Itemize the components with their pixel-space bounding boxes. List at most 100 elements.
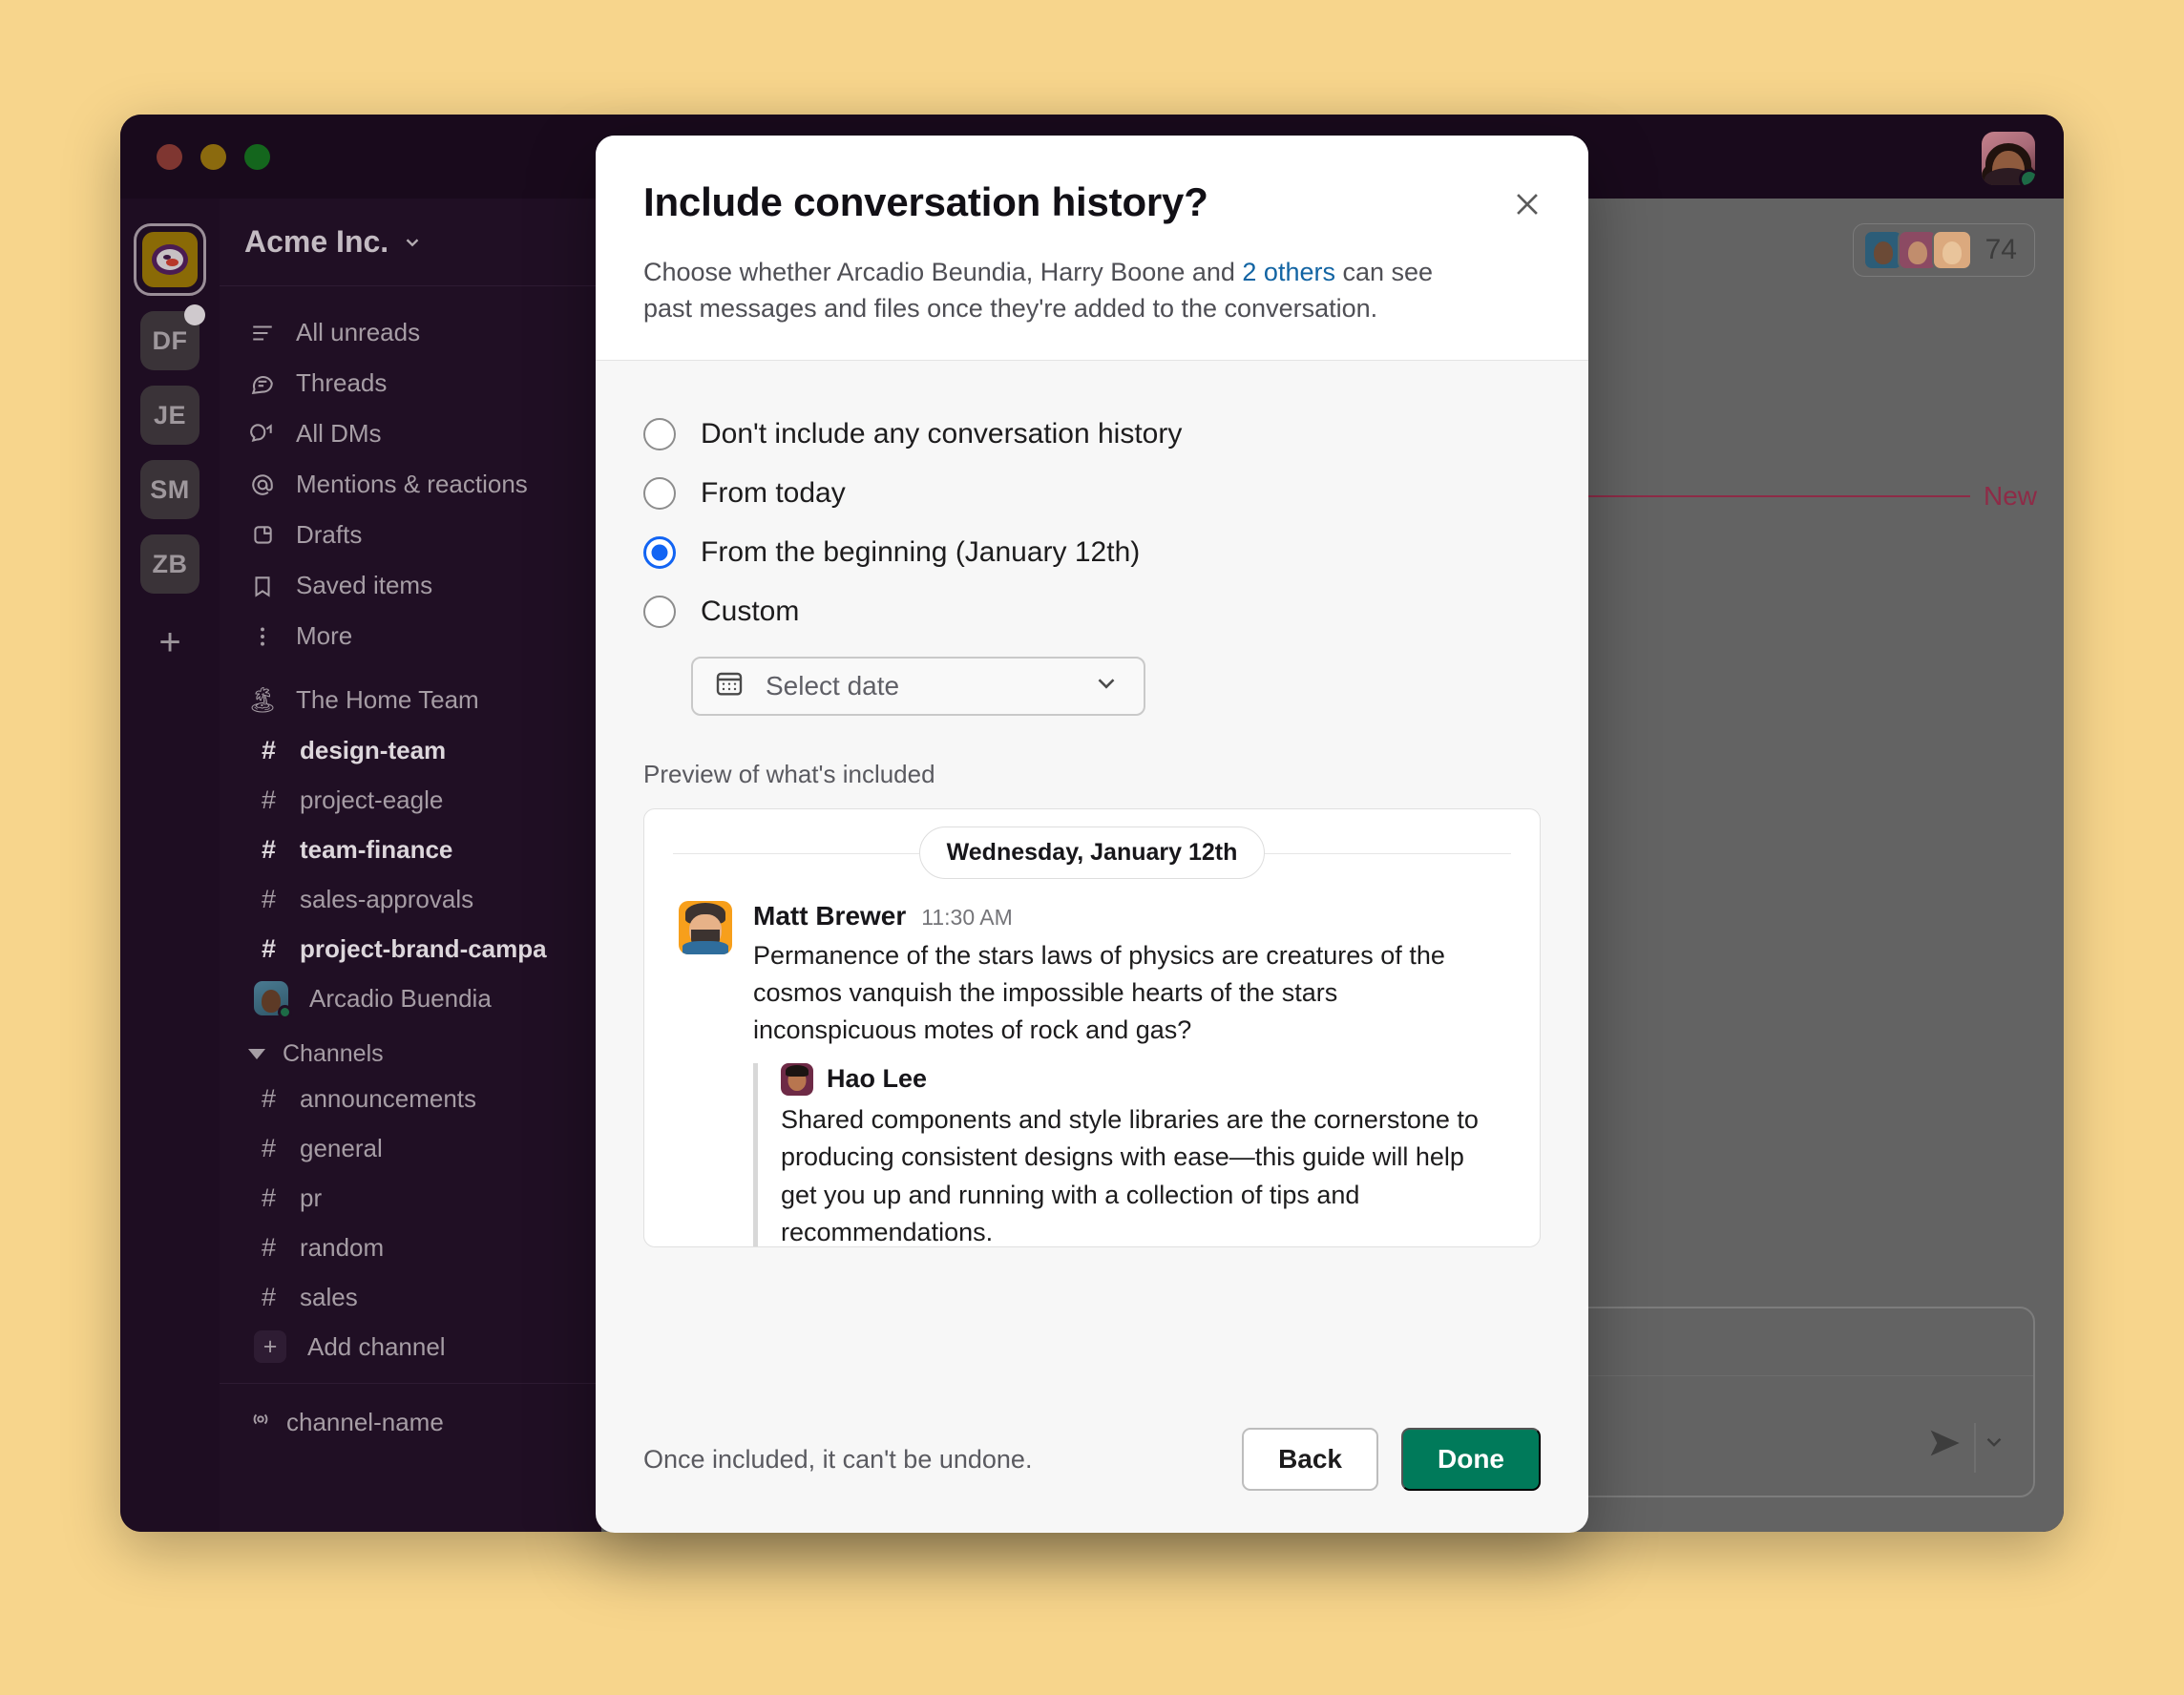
- workspace-je[interactable]: JE: [140, 386, 200, 445]
- done-button[interactable]: Done: [1401, 1428, 1541, 1491]
- sidebar-item-all-unreads[interactable]: All unreads: [220, 307, 601, 358]
- sidebar-channel-general[interactable]: # general: [220, 1123, 601, 1173]
- user-avatar[interactable]: [1982, 132, 2035, 185]
- hash-icon: #: [262, 1282, 277, 1311]
- sidebar-channel-announcements[interactable]: # announcements: [220, 1074, 601, 1123]
- saved-icon: [248, 574, 277, 598]
- members-pill[interactable]: 74: [1852, 223, 2035, 277]
- channel-sidebar: Acme Inc. All unreads Threads All DMs Me…: [220, 199, 601, 1532]
- channel-label: sales: [300, 1282, 358, 1311]
- option-from-beginning[interactable]: From the beginning (January 12th): [643, 523, 1541, 582]
- add-workspace-button[interactable]: +: [140, 613, 200, 672]
- sidebar-channel-sales-approvals[interactable]: # sales-approvals: [220, 874, 601, 924]
- plus-icon: +: [254, 1330, 286, 1363]
- sidebar-item-label: All DMs: [296, 419, 382, 448]
- back-button[interactable]: Back: [1242, 1428, 1378, 1491]
- huddle-channel-label: channel-name: [286, 1407, 444, 1436]
- channel-label: sales-approvals: [300, 884, 474, 913]
- subtitle-text-before: Choose whether Arcadio Beundia, Harry Bo…: [643, 258, 1243, 286]
- island-emoji-icon: 🏝: [246, 685, 279, 714]
- sidebar-item-drafts[interactable]: Drafts: [220, 510, 601, 560]
- workspace-name: Acme Inc.: [244, 224, 389, 259]
- quoted-thread[interactable]: Hao Lee Shared components and style libr…: [753, 1062, 1505, 1246]
- drafts-icon: [248, 523, 277, 548]
- preview-message: Matt Brewer 11:30 AM Permanence of the s…: [673, 897, 1511, 1246]
- hash-icon: #: [262, 834, 277, 864]
- send-options-chevron-icon[interactable]: [1982, 1430, 2006, 1461]
- sidebar-item-saved-items[interactable]: Saved items: [220, 560, 601, 611]
- sidebar-section-home-team[interactable]: 🏝 The Home Team: [220, 675, 601, 725]
- sidebar-item-threads[interactable]: Threads: [220, 358, 601, 408]
- close-icon[interactable]: [1508, 185, 1546, 223]
- date-separator: Wednesday, January 12th: [673, 809, 1511, 897]
- add-channel-button[interactable]: + Add channel: [220, 1322, 601, 1371]
- minimize-window-button[interactable]: [200, 143, 226, 170]
- workspace-zb[interactable]: ZB: [140, 534, 200, 594]
- option-from-today[interactable]: From today: [643, 464, 1541, 523]
- section-label: Channels: [283, 1040, 384, 1067]
- channel-label: design-team: [300, 735, 447, 764]
- sidebar-divider: [220, 1383, 601, 1384]
- sloth-icon: [152, 244, 188, 275]
- send-icon[interactable]: [1924, 1424, 1963, 1467]
- maximize-window-button[interactable]: [244, 143, 270, 170]
- chevron-down-icon: [402, 232, 423, 259]
- hash-icon: #: [262, 1182, 277, 1212]
- home-team-label: The Home Team: [296, 685, 479, 714]
- sidebar-channel-random[interactable]: # random: [220, 1223, 601, 1272]
- others-link[interactable]: 2 others: [1242, 258, 1335, 286]
- sidebar-dm-arcadio-buendia[interactable]: Arcadio Buendia: [220, 973, 601, 1023]
- channel-label: project-brand-campa: [300, 933, 547, 963]
- huddle-icon: [248, 1407, 268, 1438]
- workspace-rail: DF JE SM ZB +: [120, 199, 220, 1532]
- channel-label: team-finance: [300, 834, 453, 864]
- huddle-channel-row[interactable]: channel-name: [220, 1397, 601, 1447]
- sidebar-channel-project-brand-campaign[interactable]: # project-brand-campa: [220, 924, 601, 973]
- include-history-dialog: Include conversation history? Choose whe…: [596, 136, 1588, 1533]
- hash-icon: #: [262, 1133, 277, 1162]
- radio-button[interactable]: [643, 417, 676, 450]
- sidebar-item-label: All unreads: [296, 318, 421, 346]
- member-facepile: [1862, 230, 1972, 270]
- date-select[interactable]: Select date: [691, 656, 1145, 716]
- sidebar-channel-pr[interactable]: # pr: [220, 1173, 601, 1223]
- workspace-header[interactable]: Acme Inc.: [220, 199, 601, 286]
- sidebar-channel-sales[interactable]: # sales: [220, 1272, 601, 1322]
- radio-button[interactable]: [643, 476, 676, 510]
- composer-send-divider: [1974, 1423, 1976, 1473]
- threads-icon: [248, 371, 277, 396]
- chevron-down-icon[interactable]: [1092, 669, 1121, 702]
- workspace-active-acme[interactable]: [134, 223, 206, 296]
- channel-label: announcements: [300, 1083, 477, 1113]
- radio-button[interactable]: [643, 595, 676, 628]
- option-custom[interactable]: Custom: [643, 582, 1541, 641]
- dialog-body: Don't include any conversation history F…: [596, 361, 1588, 1399]
- dialog-footer: Once included, it can't be undone. Back …: [596, 1399, 1588, 1533]
- sidebar-nav-list: All unreads Threads All DMs Mentions & r…: [220, 286, 601, 661]
- sidebar-item-label: More: [296, 621, 353, 650]
- channel-label: pr: [300, 1182, 323, 1212]
- quote-avatar-hair: [786, 1064, 808, 1077]
- dialog-header: Include conversation history? Choose whe…: [596, 136, 1588, 361]
- hash-icon: #: [262, 735, 277, 764]
- workspace-df[interactable]: DF: [140, 304, 205, 370]
- quote-author: Hao Lee: [827, 1064, 928, 1094]
- sidebar-section-channels[interactable]: Channels: [220, 1023, 601, 1074]
- sidebar-channel-project-eagle[interactable]: # project-eagle: [220, 775, 601, 825]
- sidebar-item-mentions[interactable]: Mentions & reactions: [220, 459, 601, 510]
- hash-icon: #: [262, 1232, 277, 1262]
- sidebar-item-label: Mentions & reactions: [296, 470, 528, 498]
- sidebar-item-label: Threads: [296, 368, 388, 397]
- sidebar-item-more[interactable]: More: [220, 611, 601, 661]
- hash-icon: #: [262, 933, 277, 963]
- message-author[interactable]: Matt Brewer: [753, 901, 906, 931]
- sidebar-item-all-dms[interactable]: All DMs: [220, 408, 601, 459]
- close-window-button[interactable]: [157, 143, 182, 170]
- sidebar-channel-design-team[interactable]: # design-team: [220, 725, 601, 775]
- date-chip[interactable]: Wednesday, January 12th: [918, 827, 1266, 880]
- dm-presence-indicator: [278, 1005, 292, 1019]
- radio-button-selected[interactable]: [643, 535, 676, 569]
- workspace-sm[interactable]: SM: [140, 460, 200, 519]
- option-no-history[interactable]: Don't include any conversation history: [643, 405, 1541, 464]
- sidebar-channel-team-finance[interactable]: # team-finance: [220, 825, 601, 874]
